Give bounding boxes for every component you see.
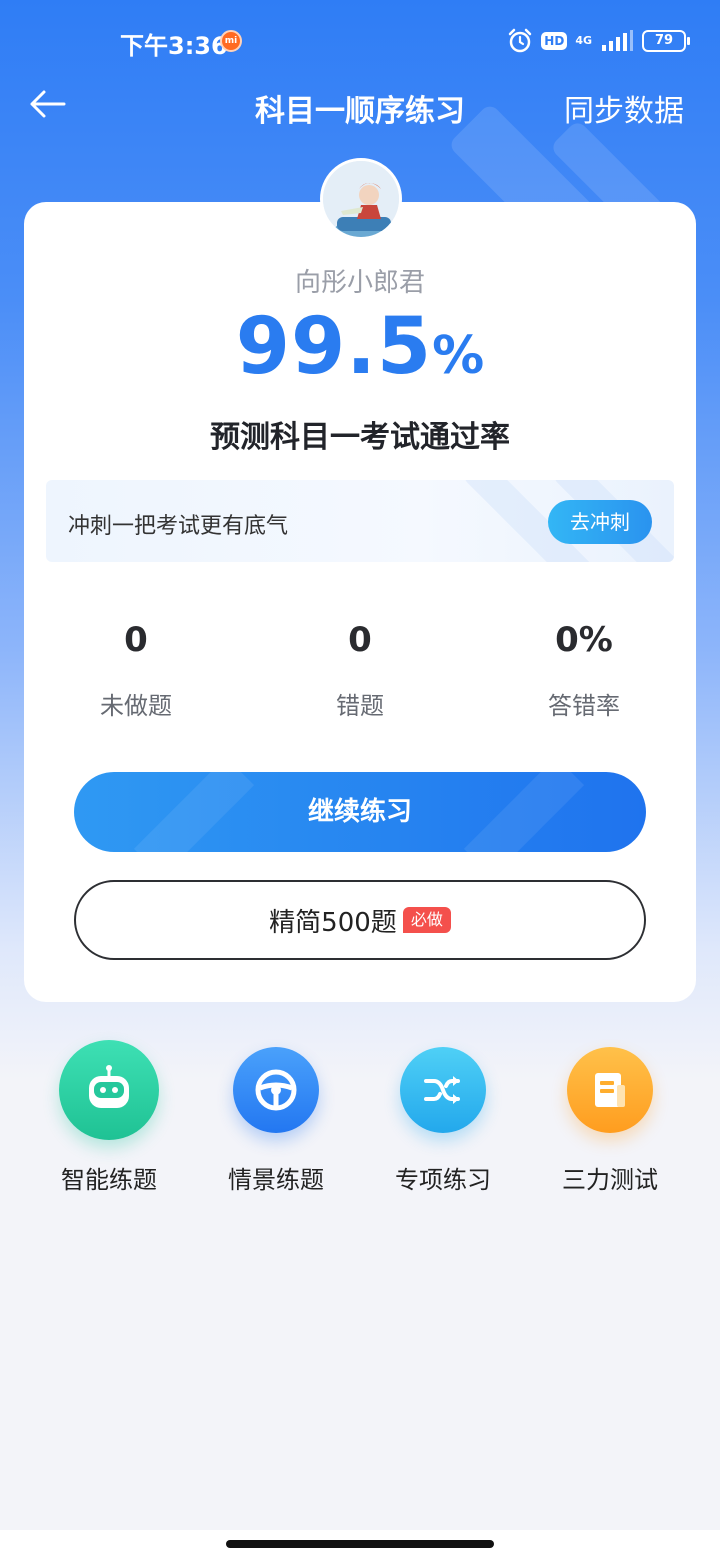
feature-topic-practice[interactable]: 专项练习 (358, 1040, 528, 1195)
feature-label: 三力测试 (562, 1166, 658, 1194)
sprint-banner[interactable]: 冲刺一把考试更有底气 去冲刺 (46, 480, 674, 562)
status-icons: HD 4G 79 (507, 26, 690, 56)
mi-notification-icon: mi (220, 30, 242, 52)
battery-level: 79 (654, 33, 674, 48)
steering-wheel-icon (255, 1069, 297, 1111)
sync-data-button[interactable]: 同步数据 (564, 86, 684, 130)
status-bar: 下午3:36 mi HD 4G 79 (0, 0, 720, 84)
simplified-label: 精简500题 (269, 907, 397, 938)
continue-practice-button[interactable]: 继续练习 (74, 772, 646, 852)
avatar[interactable] (320, 158, 402, 240)
button-shine (463, 772, 585, 852)
stat-label: 错题 (336, 692, 384, 720)
network-label: 4G (575, 34, 592, 47)
pass-rate-value: 99.5 (235, 302, 433, 392)
shuffle-icon (424, 1076, 460, 1104)
feature-label: 专项练习 (395, 1166, 491, 1194)
pass-rate: 99.5% (24, 302, 696, 392)
pass-rate-label: 预测科目一考试通过率 (210, 420, 510, 455)
stat-wrong[interactable]: 0 错题 (280, 620, 440, 721)
back-arrow-icon[interactable] (26, 84, 70, 124)
feature-three-ability-test[interactable]: 三力测试 (525, 1040, 695, 1195)
username: 向彤小郎君 (294, 268, 425, 298)
hd-badge: HD (541, 32, 568, 50)
feature-label: 情景练题 (228, 1166, 324, 1194)
feature-label: 智能练题 (61, 1166, 157, 1194)
status-time: 下午3:36 (120, 32, 228, 60)
must-do-badge: 必做 (402, 907, 451, 933)
go-sprint-button[interactable]: 去冲刺 (548, 500, 652, 544)
stat-value: 0 (124, 620, 148, 660)
feature-icon-circle (567, 1047, 653, 1133)
button-shine (133, 772, 255, 852)
stat-label: 答错率 (548, 692, 620, 720)
stat-error-rate: 0% 答错率 (504, 620, 664, 721)
stat-value: 0% (555, 620, 613, 660)
practice-card: 向彤小郎君 99.5% 预测科目一考试通过率 冲刺一把考试更有底气 去冲刺 0 … (24, 202, 696, 1002)
feature-icon-circle (59, 1040, 159, 1140)
alarm-icon (509, 28, 532, 53)
stat-value: 0 (348, 620, 372, 660)
stat-unanswered: 0 未做题 (56, 620, 216, 721)
home-indicator[interactable] (226, 1540, 494, 1548)
pass-rate-unit: % (432, 326, 485, 386)
continue-practice-label: 继续练习 (307, 797, 412, 827)
feature-smart-practice[interactable]: 智能练题 (24, 1040, 194, 1195)
battery-icon: 79 (642, 30, 690, 52)
document-icon (595, 1073, 625, 1107)
feature-scenario-practice[interactable]: 情景练题 (191, 1040, 361, 1195)
signal-icon (602, 30, 633, 51)
stat-label: 未做题 (100, 692, 172, 720)
feature-icon-circle (233, 1047, 319, 1133)
sprint-text: 冲刺一把考试更有底气 (68, 514, 289, 539)
feature-icon-circle (400, 1047, 486, 1133)
robot-icon (89, 1065, 129, 1108)
simplified-500-button[interactable]: 精简500题 必做 (74, 880, 646, 960)
